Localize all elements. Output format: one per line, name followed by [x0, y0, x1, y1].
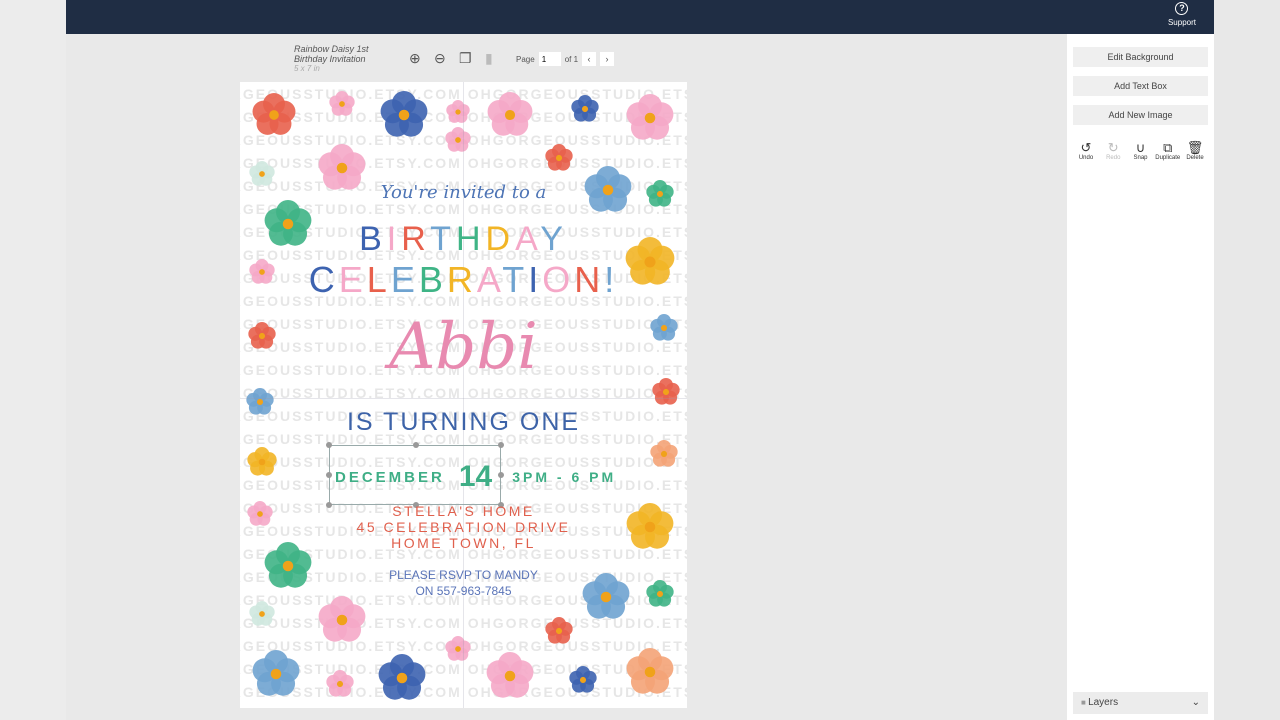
guide-vertical [463, 82, 464, 708]
flower [545, 617, 573, 644]
edit-background-button[interactable]: Edit Background [1073, 47, 1208, 67]
redo-label: Redo [1106, 155, 1121, 161]
place-text[interactable]: STELLA'S HOME [240, 503, 687, 519]
workspace-edge-right [1214, 0, 1280, 720]
title-line1: Rainbow Daisy 1st [294, 44, 369, 54]
title-line2: Birthday Invitation [294, 54, 366, 64]
flower [252, 650, 300, 696]
delete-button[interactable]: 🗑 Delete [1182, 140, 1208, 161]
next-page-button[interactable]: › [600, 52, 615, 66]
flower [446, 100, 470, 123]
flower [569, 666, 597, 693]
top-bar: ? Support [66, 0, 1214, 34]
lock-icon: ■ [1081, 698, 1089, 707]
delete-label: Delete [1186, 155, 1204, 161]
redo-button[interactable]: ↻ Redo [1100, 140, 1126, 161]
flower [626, 648, 674, 694]
name-text[interactable]: Abbi [240, 310, 687, 384]
resize-handle[interactable] [498, 442, 504, 448]
snap-button[interactable]: ∪ Snap [1128, 140, 1154, 161]
celebration-text[interactable]: CELEBRATION! [240, 259, 687, 301]
support-label: Support [1167, 18, 1196, 27]
layers-label: Layers [1088, 697, 1119, 708]
day-text: 14 [458, 460, 493, 493]
resize-handle[interactable] [326, 442, 332, 448]
redo-icon: ↻ [1107, 140, 1119, 155]
page-label: Page [516, 54, 535, 64]
time-text: 3PM - 6 PM [512, 469, 617, 485]
invitation-canvas[interactable]: OHGORGEOUSSTUDIO.ETSY.COM OHGORGEOUSSTUD… [240, 82, 687, 708]
edit-tools: ↺ Undo ↻ Redo ∪ Snap ⧉ Duplicate 🗑 Delete [1073, 140, 1208, 161]
add-text-box-button[interactable]: Add Text Box [1073, 76, 1208, 96]
resize-handle[interactable] [413, 442, 419, 448]
street-text[interactable]: 45 CELEBRATION DRIVE [240, 519, 687, 535]
magnet-icon: ∪ [1135, 140, 1146, 155]
invited-text[interactable]: You're invited to a [240, 182, 687, 203]
flower [249, 601, 275, 626]
resize-handle[interactable] [326, 472, 332, 478]
layers-dropdown[interactable]: ■ Layers ⌄ [1073, 692, 1208, 714]
rsvp-line2[interactable]: ON 557-963-7845 [240, 584, 687, 598]
zoom-in-icon[interactable]: ⊕ [409, 50, 421, 67]
zoom-out-icon[interactable]: ⊖ [434, 50, 446, 67]
duplicate-button[interactable]: ⧉ Duplicate [1155, 140, 1181, 161]
flower [571, 95, 599, 122]
trash-icon: 🗑 [1186, 140, 1204, 155]
flower [545, 144, 573, 171]
date-line[interactable]: DECEMBER 14 3PM - 6 PM [335, 460, 616, 494]
flower [626, 94, 674, 140]
flower [445, 636, 471, 661]
copy-icon[interactable]: ❐ [459, 50, 472, 67]
add-new-image-button[interactable]: Add New Image [1073, 105, 1208, 125]
right-panel: Edit Background Add Text Box Add New Ima… [1067, 34, 1214, 720]
undo-icon: ↺ [1080, 140, 1092, 155]
snap-label: Snap [1133, 155, 1148, 161]
undo-label: Undo [1078, 155, 1094, 161]
flower [486, 652, 534, 698]
document-title: Rainbow Daisy 1st Birthday Invitation 5 x … [294, 44, 369, 74]
rsvp-line1[interactable]: PLEASE RSVP TO MANDY [240, 568, 687, 582]
support-button[interactable]: ? Support [1168, 2, 1196, 27]
turning-text[interactable]: IS TURNING ONE [240, 408, 687, 437]
pager: Page of 1 ‹ › [516, 52, 615, 66]
prev-page-button[interactable]: ‹ [582, 52, 597, 66]
page-input[interactable] [538, 52, 561, 66]
guide-horizontal [240, 398, 687, 399]
workspace-edge [0, 0, 66, 720]
birthday-text[interactable]: BIRTHDAY [240, 220, 687, 259]
birthday-word: BIRTHDAY [359, 220, 568, 258]
undo-button[interactable]: ↺ Undo [1073, 140, 1099, 161]
flower [380, 91, 428, 137]
duplicate-icon: ⧉ [1163, 140, 1173, 155]
question-circle-icon: ? [1175, 2, 1189, 15]
trash-icon[interactable]: ▮ [485, 50, 493, 67]
city-text[interactable]: HOME TOWN, FL [240, 535, 687, 551]
flower [445, 127, 471, 152]
flower [650, 440, 678, 467]
flower [487, 92, 533, 136]
flower [247, 447, 277, 476]
flower [252, 93, 296, 135]
flower [329, 91, 355, 116]
page-count: of 1 [564, 54, 579, 64]
duplicate-label: Duplicate [1155, 155, 1181, 161]
chevron-down-icon: ⌄ [1191, 697, 1200, 708]
flower [378, 654, 426, 700]
month-text: DECEMBER [335, 468, 445, 486]
flower [318, 596, 366, 642]
flower [326, 670, 354, 697]
document-size: 5 x 7 in [294, 64, 320, 73]
celebration-word: CELEBRATION! [308, 259, 619, 300]
